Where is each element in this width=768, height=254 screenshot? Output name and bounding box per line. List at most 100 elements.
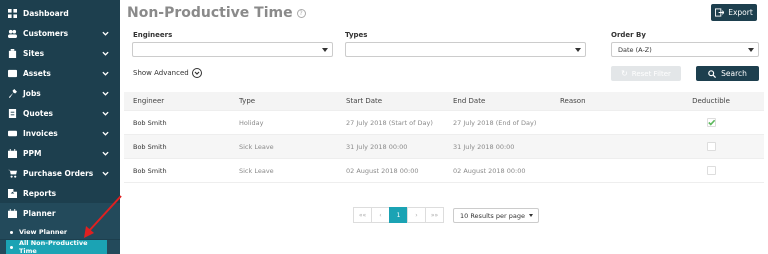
sidebar-item-sites[interactable]: Sites (0, 43, 120, 63)
engineer-cell: Bob Smith (133, 142, 167, 151)
deductible-cell (658, 142, 764, 151)
invoice-icon (8, 129, 17, 138)
first-page-button[interactable]: «« (353, 207, 372, 223)
last-page-button[interactable]: »» (425, 207, 444, 223)
sidebar-subitem-label: All Non-Productive Time (18, 239, 88, 254)
chevron-down-icon (102, 109, 110, 117)
search-icon (708, 69, 717, 78)
engineer-cell: Bob Smith (133, 166, 167, 175)
wrench-icon (8, 88, 17, 98)
results-per-page-select[interactable]: 10 Results per page (453, 208, 539, 223)
caret-down-icon (748, 48, 754, 52)
building-icon (8, 48, 17, 58)
sidebar-item-planner[interactable]: Planner (0, 203, 120, 223)
search-button[interactable]: Search (696, 66, 759, 81)
show-advanced-toggle[interactable]: Show Advanced (133, 68, 202, 78)
calendar-icon (8, 148, 17, 158)
column-header[interactable]: Type (230, 97, 337, 105)
sidebar-item-label: Planner (23, 208, 56, 218)
checkmark-icon (707, 119, 715, 126)
sidebar-item-label: Dashboard (23, 8, 69, 18)
engineers-select[interactable] (132, 42, 333, 57)
sidebar-subitem-label: View Planner (19, 228, 68, 236)
caret-down-icon (529, 214, 533, 217)
sidebar-item-invoices[interactable]: Invoices (0, 123, 120, 143)
reset-filter-button[interactable]: ↻ Reset Filter (611, 66, 681, 81)
sidebar-item-customers[interactable]: Customers (0, 23, 120, 43)
sidebar-item-label: Purchase Orders (23, 168, 94, 178)
reset-filter-label: Reset Filter (631, 69, 671, 78)
table-row[interactable]: Bob Smith Sick Leave 31 July 2018 00:00 … (124, 135, 764, 159)
refresh-icon: ↻ (621, 69, 628, 78)
types-label: Types (345, 31, 368, 39)
sidebar-item-dashboard[interactable]: Dashboard (0, 3, 120, 23)
page-1-button[interactable]: 1 (389, 207, 408, 223)
sidebar-item-ppm[interactable]: PPM (0, 143, 120, 163)
page-title: Non-Productive Time (127, 5, 293, 21)
assets-icon (8, 69, 17, 78)
sidebar-item-quotes[interactable]: Quotes (0, 103, 120, 123)
reports-icon (8, 188, 17, 198)
bullet-icon (10, 245, 13, 249)
order-by-value: Date (A-Z) (618, 46, 652, 54)
deductible-cell (658, 166, 764, 175)
start-date-cell: 02 August 2018 00:00 (346, 166, 419, 175)
sidebar-item-label: Quotes (23, 108, 54, 118)
sidebar-item-label: PPM (23, 148, 42, 158)
table-row[interactable]: Bob Smith Holiday 27 July 2018 (Start of… (124, 111, 764, 135)
export-button[interactable]: Export (711, 4, 757, 21)
export-icon (715, 8, 725, 17)
chevron-down-icon (102, 49, 110, 57)
type-cell: Sick Leave (239, 166, 274, 175)
order-by-label: Order By (611, 31, 646, 39)
sidebar-item-label: Assets (23, 68, 51, 78)
planner-icon (8, 208, 17, 218)
main-content: Non-Productive Time ? Export Engineers T… (120, 0, 768, 254)
quote-icon (8, 108, 17, 118)
sidebar-item-reports[interactable]: Reports (0, 183, 120, 203)
chevron-down-icon (102, 129, 110, 137)
deductible-cell (658, 118, 764, 127)
deductible-checkbox[interactable] (706, 166, 716, 175)
table-row[interactable]: Bob Smith Sick Leave 02 August 2018 00:0… (124, 159, 764, 183)
pagination: «« ‹ 1 › »» (353, 207, 444, 223)
sidebar-item-label: Reports (23, 188, 57, 198)
deductible-checkbox[interactable] (706, 118, 716, 127)
end-date-cell: 27 July 2018 (End of Day) (453, 118, 537, 127)
export-label: Export (728, 8, 753, 17)
deductible-checkbox[interactable] (706, 142, 716, 151)
column-header[interactable]: Deductible (658, 97, 764, 105)
types-select[interactable] (345, 42, 586, 57)
sidebar-item-label: Invoices (23, 128, 58, 138)
results-per-page-value: 10 Results per page (460, 211, 525, 220)
caret-down-icon (575, 48, 581, 52)
sidebar-subitem-all-non-productive-time[interactable]: All Non-Productive Time (6, 239, 107, 254)
next-page-button[interactable]: › (407, 207, 426, 223)
sidebar-item-purchase-orders[interactable]: Purchase Orders (0, 163, 120, 183)
type-cell: Sick Leave (239, 142, 274, 151)
prev-page-button[interactable]: ‹ (371, 207, 390, 223)
page-title-row: Non-Productive Time ? (127, 3, 306, 23)
chevron-down-icon (102, 169, 110, 177)
order-by-select[interactable]: Date (A-Z) (611, 42, 759, 57)
help-icon[interactable]: ? (296, 8, 306, 18)
show-advanced-label: Show Advanced (133, 69, 189, 77)
end-date-cell: 02 August 2018 00:00 (453, 166, 526, 175)
column-header[interactable]: Engineer (124, 97, 230, 105)
sidebar-subitem-view-planner[interactable]: View Planner (0, 225, 120, 239)
chevron-down-icon (102, 29, 110, 37)
chevron-down-icon (102, 149, 110, 157)
dashboard-icon (8, 8, 17, 18)
chevron-down-icon (102, 69, 110, 77)
sidebar-item-jobs[interactable]: Jobs (0, 83, 120, 103)
users-icon (8, 29, 17, 38)
chevron-down-circle-icon (191, 68, 202, 78)
sidebar-item-assets[interactable]: Assets (0, 63, 120, 83)
caret-down-icon (322, 48, 328, 52)
sidebar-item-label: Customers (23, 28, 69, 38)
chevron-down-icon (102, 89, 110, 97)
type-cell: Holiday (239, 118, 264, 127)
column-header[interactable]: Start Date (337, 97, 444, 105)
column-header[interactable]: Reason (551, 97, 658, 105)
column-header[interactable]: End Date (444, 97, 551, 105)
